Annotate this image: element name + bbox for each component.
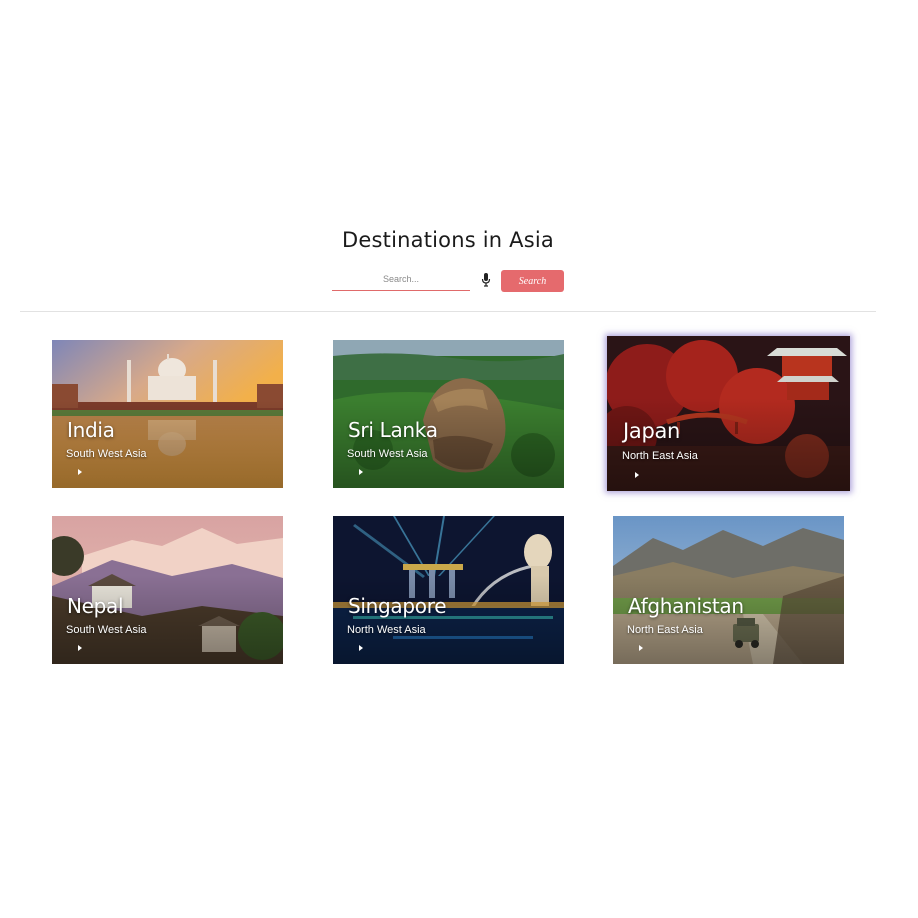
play-icon[interactable] bbox=[359, 645, 363, 651]
destination-region: South West Asia bbox=[66, 448, 147, 460]
play-icon[interactable] bbox=[635, 472, 639, 478]
play-icon[interactable] bbox=[359, 469, 363, 475]
microphone-icon[interactable] bbox=[481, 273, 491, 287]
destination-card-singapore[interactable]: Singapore North West Asia bbox=[333, 516, 564, 664]
destination-card-india[interactable]: India South West Asia bbox=[52, 340, 283, 488]
destination-card-nepal[interactable]: Nepal South West Asia bbox=[52, 516, 283, 664]
destination-region: South West Asia bbox=[66, 624, 147, 636]
destination-name: Japan bbox=[623, 419, 681, 443]
destination-region: South West Asia bbox=[347, 448, 428, 460]
destinations-page: Destinations in Asia Search... Search In… bbox=[0, 0, 918, 918]
play-icon[interactable] bbox=[78, 469, 82, 475]
play-icon[interactable] bbox=[639, 645, 643, 651]
destination-name: Afghanistan bbox=[628, 594, 744, 618]
destination-name: Singapore bbox=[348, 594, 447, 618]
play-icon[interactable] bbox=[78, 645, 82, 651]
card-overlay bbox=[613, 516, 844, 664]
card-overlay bbox=[333, 516, 564, 664]
card-overlay bbox=[333, 340, 564, 488]
destination-region: North East Asia bbox=[627, 624, 703, 636]
search-bar: Search bbox=[332, 268, 572, 294]
divider bbox=[20, 311, 876, 312]
destination-region: North East Asia bbox=[622, 450, 698, 462]
card-overlay bbox=[607, 336, 850, 491]
destination-card-sri-lanka[interactable]: Sri Lanka South West Asia bbox=[333, 340, 564, 488]
destination-name: Sri Lanka bbox=[348, 418, 438, 442]
destination-name: India bbox=[67, 418, 115, 442]
search-button[interactable]: Search bbox=[501, 270, 564, 292]
destination-card-afghanistan[interactable]: Afghanistan North East Asia bbox=[613, 516, 844, 664]
destination-name: Nepal bbox=[67, 594, 124, 618]
destination-card-japan[interactable]: Japan North East Asia bbox=[607, 336, 850, 491]
page-title: Destinations in Asia bbox=[342, 228, 554, 252]
card-overlay bbox=[52, 516, 283, 664]
destination-region: North West Asia bbox=[347, 624, 426, 636]
search-input[interactable] bbox=[332, 268, 470, 291]
card-overlay bbox=[52, 340, 283, 488]
